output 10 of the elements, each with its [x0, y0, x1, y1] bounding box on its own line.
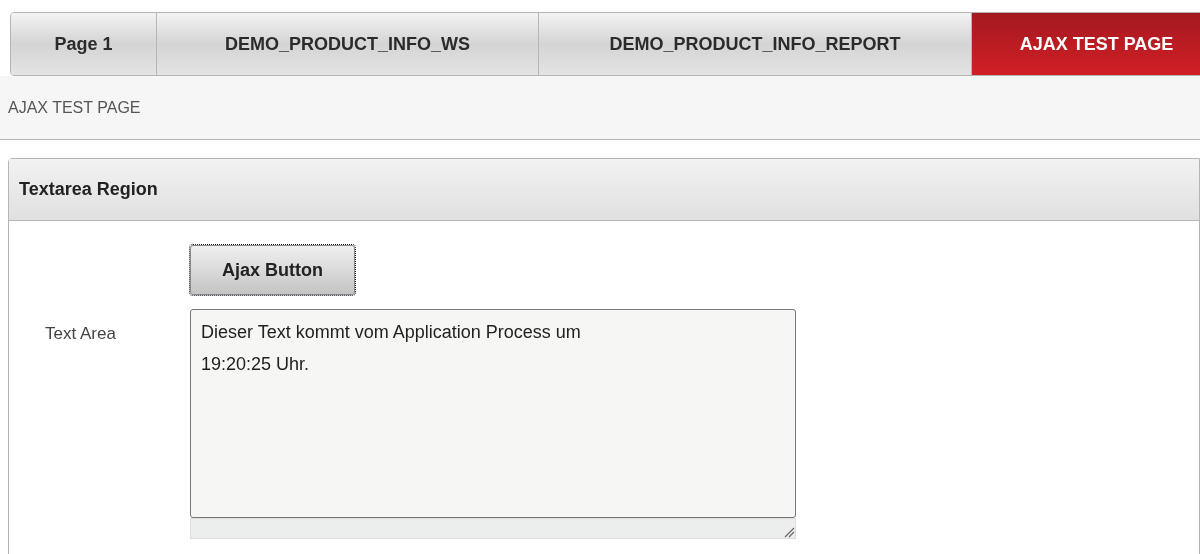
- nav-tab[interactable]: Page 1: [11, 13, 156, 75]
- breadcrumb: AJAX TEST PAGE: [8, 97, 141, 118]
- resize-handle-icon[interactable]: [783, 526, 795, 538]
- ajax-button[interactable]: Ajax Button: [190, 245, 355, 295]
- nav-tab[interactable]: AJAX TEST PAGE: [971, 13, 1200, 75]
- nav-tab[interactable]: DEMO_PRODUCT_INFO_WS: [156, 13, 538, 75]
- text-area[interactable]: Dieser Text kommt vom Application Process um 19:20:25 Uhr.: [190, 309, 796, 518]
- field-label: Text Area: [45, 323, 117, 345]
- region-title: Textarea Region: [19, 178, 158, 201]
- nav-tab[interactable]: DEMO_PRODUCT_INFO_REPORT: [538, 13, 971, 75]
